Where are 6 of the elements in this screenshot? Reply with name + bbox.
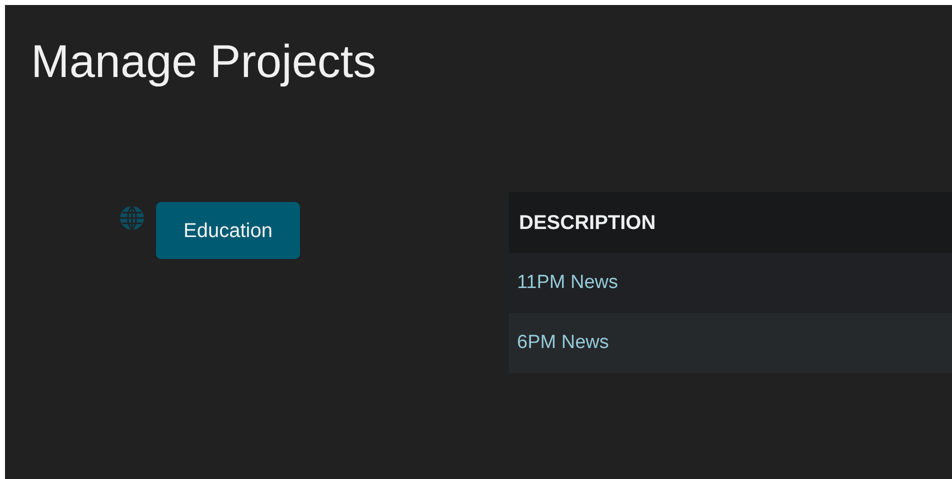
table-cell-text: 11PM News xyxy=(517,270,618,295)
project-button[interactable]: Education xyxy=(156,202,300,259)
page-title: Manage Projects xyxy=(31,35,376,87)
table-cell-text: 6PM News xyxy=(517,330,609,355)
column-header: DESCRIPTION xyxy=(519,210,656,236)
globe-icon xyxy=(119,205,145,231)
